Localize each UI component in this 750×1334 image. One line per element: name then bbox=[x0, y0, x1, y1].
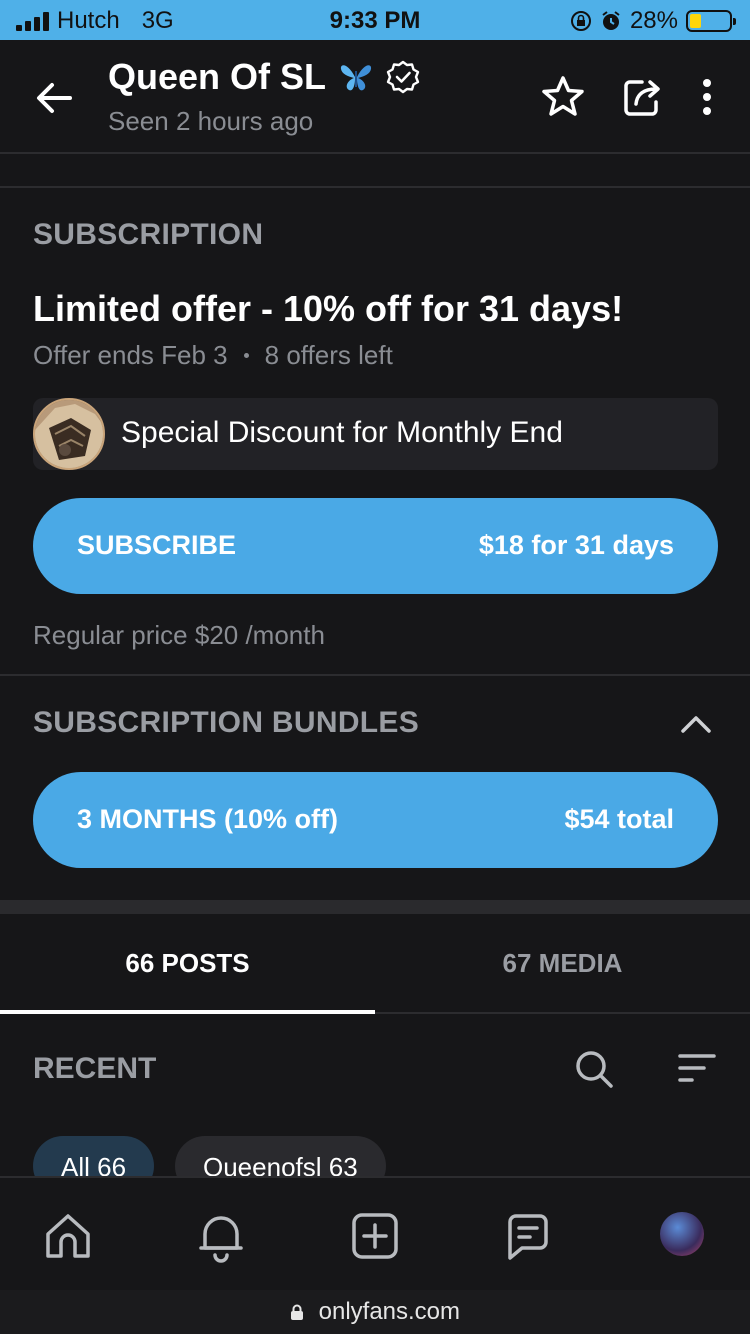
star-icon[interactable] bbox=[540, 74, 586, 120]
regular-price: Regular price $20 /month bbox=[33, 620, 325, 650]
back-arrow-icon[interactable] bbox=[30, 74, 78, 122]
bundle-label: 3 MONTHS (10% off) bbox=[77, 804, 339, 834]
browser-url-bar[interactable]: onlyfans.com bbox=[0, 1290, 750, 1334]
messages-icon[interactable] bbox=[500, 1208, 556, 1264]
profile-name[interactable]: Queen Of SL bbox=[108, 56, 326, 98]
promo-message: Special Discount for Monthly End bbox=[33, 398, 718, 470]
divider bbox=[0, 674, 750, 676]
bell-icon[interactable] bbox=[193, 1208, 249, 1264]
status-bar: Hutch 3G 9:33 PM 28% bbox=[0, 0, 750, 40]
alarm-icon bbox=[602, 11, 620, 30]
add-post-icon[interactable] bbox=[347, 1208, 403, 1264]
sort-icon[interactable] bbox=[676, 1048, 718, 1090]
divider bbox=[0, 186, 750, 188]
butterfly-icon bbox=[340, 65, 372, 91]
verified-icon bbox=[386, 60, 420, 94]
lock-icon bbox=[290, 1304, 303, 1320]
subscribe-button[interactable]: SUBSCRIBE $18 for 31 days bbox=[33, 498, 718, 594]
recent-label: RECENT bbox=[33, 1052, 157, 1085]
battery-percent: 28% bbox=[629, 7, 678, 34]
tab-media[interactable]: 67 MEDIA bbox=[375, 948, 750, 979]
bundle-price: $54 total bbox=[564, 804, 674, 834]
tab-posts[interactable]: 66 POSTS bbox=[0, 948, 375, 979]
more-icon[interactable] bbox=[684, 74, 730, 120]
rotation-lock-icon bbox=[570, 11, 591, 31]
url-text: onlyfans.com bbox=[318, 1298, 461, 1325]
active-tab-indicator bbox=[0, 1010, 375, 1014]
share-icon[interactable] bbox=[620, 74, 666, 120]
content-tabs: 66 POSTS 67 MEDIA bbox=[0, 914, 750, 1014]
promo-text: Special Discount for Monthly End bbox=[121, 416, 563, 449]
search-icon[interactable] bbox=[573, 1048, 615, 1090]
bundle-3-months-button[interactable]: 3 MONTHS (10% off) $54 total bbox=[33, 772, 718, 868]
section-divider bbox=[0, 900, 750, 914]
home-icon[interactable] bbox=[40, 1208, 96, 1264]
last-seen: Seen 2 hours ago bbox=[108, 106, 314, 136]
promo-avatar bbox=[33, 398, 105, 470]
offer-ends: Offer ends Feb 3 bbox=[33, 340, 228, 370]
offer-title: Limited offer - 10% off for 31 days! bbox=[33, 288, 624, 329]
subscribe-label: SUBSCRIBE bbox=[77, 530, 237, 560]
offers-left: 8 offers left bbox=[264, 340, 393, 370]
bottom-navigation bbox=[0, 1176, 750, 1290]
subscribe-price: $18 for 31 days bbox=[478, 530, 674, 560]
battery-icon bbox=[686, 10, 736, 32]
bundles-section-label: SUBSCRIPTION BUNDLES bbox=[33, 706, 420, 739]
profile-header: Queen Of SL Seen 2 hours ago bbox=[0, 40, 750, 154]
subscription-section-label: SUBSCRIPTION bbox=[33, 218, 264, 251]
profile-avatar[interactable] bbox=[660, 1212, 704, 1256]
separator-dot bbox=[243, 353, 249, 358]
chevron-up-icon[interactable] bbox=[678, 706, 714, 742]
